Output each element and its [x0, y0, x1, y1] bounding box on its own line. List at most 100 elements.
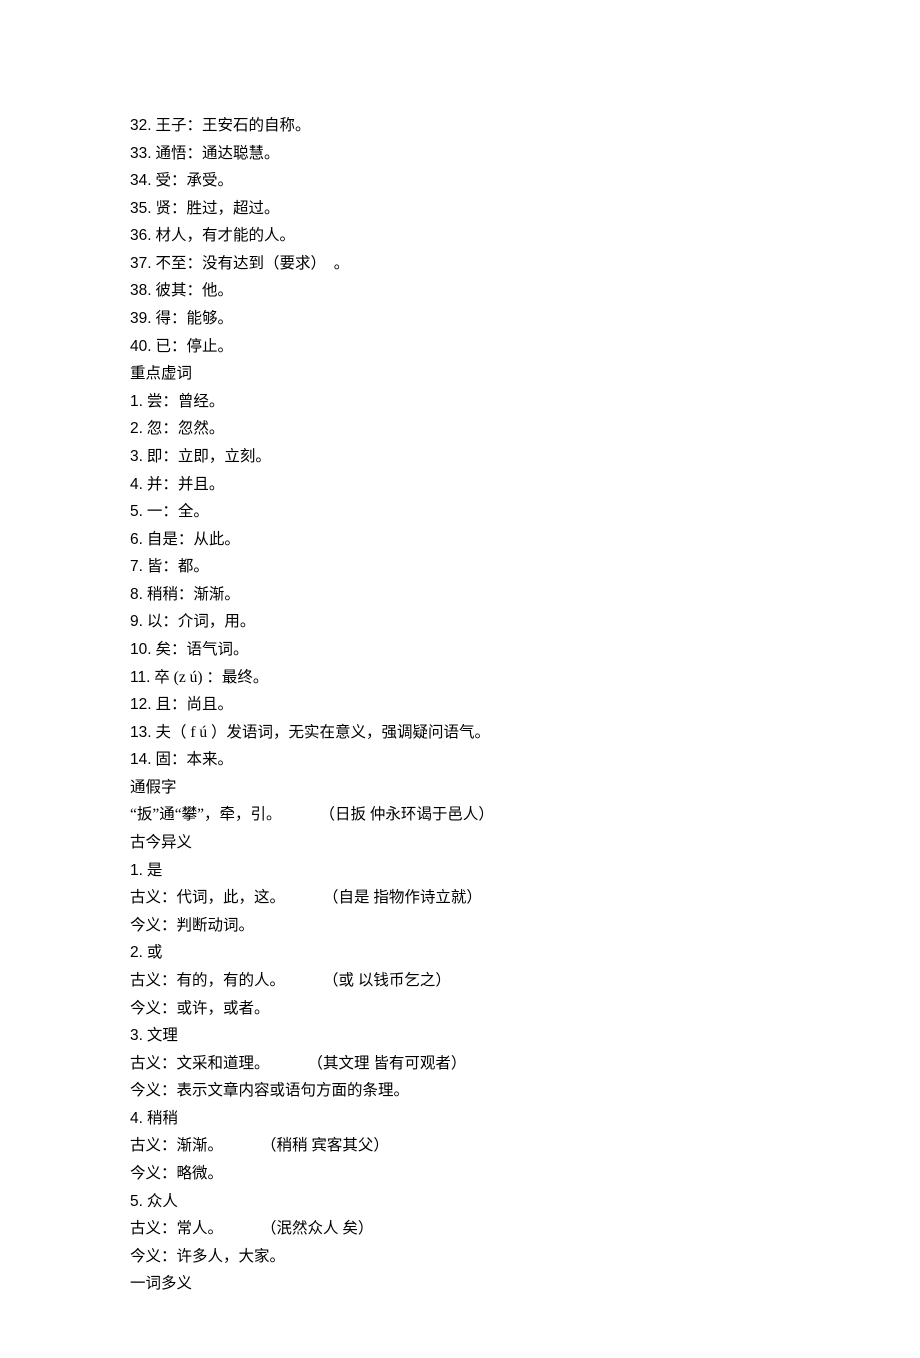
item-text: 卒 (z ú) ：最终。: [154, 669, 268, 686]
list-item: 36. 材人，有才能的人。: [130, 222, 790, 250]
list-item: 37. 不至：没有达到（要求） 。: [130, 250, 790, 278]
item-number: 37.: [130, 255, 152, 272]
list-item: 32. 王子：王安石的自称。: [130, 112, 790, 140]
section-heading: 重点虚词: [130, 360, 790, 388]
item-text: 夫（ f ú ）发语词，无实在意义，强调疑问语气。: [155, 724, 490, 741]
item-number: 4.: [130, 1110, 143, 1127]
list-item: 6. 自是：从此。: [130, 526, 790, 554]
old-meaning: 古义：有的，有的人。: [130, 967, 285, 995]
item-text: 贤：胜过，超过。: [155, 200, 279, 217]
item-number: 5.: [130, 503, 143, 520]
list-item: 2. 忽：忽然。: [130, 415, 790, 443]
item-text: 王子：王安石的自称。: [155, 117, 310, 134]
old-example: （或 以钱币乞之）: [323, 967, 451, 995]
entry-new: 今义：或许，或者。: [130, 995, 790, 1023]
list-item: 13. 夫（ f ú ）发语词，无实在意义，强调疑问语气。: [130, 719, 790, 747]
item-number: 9.: [130, 613, 143, 630]
item-text: 得：能够。: [155, 310, 233, 327]
entry-new: 今义：许多人，大家。: [130, 1243, 790, 1271]
entry-old: 古义：代词，此，这。（自是 指物作诗立就）: [130, 884, 790, 912]
item-number: 11.: [130, 669, 150, 686]
list-item: 38. 彼其：他。: [130, 277, 790, 305]
item-number: 38.: [130, 282, 152, 299]
item-number: 34.: [130, 172, 152, 189]
old-meaning: 古义：渐渐。: [130, 1132, 223, 1160]
item-number: 2.: [130, 944, 143, 961]
document-page: 32. 王子：王安石的自称。 33. 通悟：通达聪慧。 34. 受：承受。 35…: [0, 0, 920, 1358]
old-example: （自是 指物作诗立就）: [323, 884, 482, 912]
item-text: 稍稍：渐渐。: [147, 586, 240, 603]
section-heading: 古今异义: [130, 829, 790, 857]
item-number: 3.: [130, 448, 143, 465]
list-item: 12. 且：尚且。: [130, 691, 790, 719]
list-item: 8. 稍稍：渐渐。: [130, 581, 790, 609]
item-number: 3.: [130, 1027, 143, 1044]
item-number: 5.: [130, 1193, 143, 1210]
item-number: 1.: [130, 862, 143, 879]
item-number: 6.: [130, 531, 143, 548]
old-meaning: 古义：文采和道理。: [130, 1050, 270, 1078]
old-example: （稍稍 宾客其父）: [261, 1132, 389, 1160]
entry-word: 稍稍: [147, 1110, 178, 1127]
list-item: 5. 一：全。: [130, 498, 790, 526]
item-number: 32.: [130, 117, 152, 134]
entry-old: 古义：渐渐。 （稍稍 宾客其父）: [130, 1132, 790, 1160]
item-number: 10.: [130, 641, 152, 658]
item-text: 皆：都。: [147, 558, 209, 575]
old-example: （其文理 皆有可观者）: [308, 1050, 467, 1078]
list-item: 10. 矣：语气词。: [130, 636, 790, 664]
item-number: 7.: [130, 558, 143, 575]
entry-new: 今义：表示文章内容或语句方面的条理。: [130, 1077, 790, 1105]
tongjia-example: （日扳 仲永环谒于邑人）: [320, 801, 494, 829]
item-text: 彼其：他。: [155, 282, 233, 299]
tongjia-def: “扳”通“攀”，牵，引。: [130, 801, 282, 829]
item-text: 忽：忽然。: [147, 420, 225, 437]
list-item: 39. 得：能够。: [130, 305, 790, 333]
item-text: 以：介词，用。: [147, 613, 256, 630]
item-text: 已：停止。: [155, 338, 233, 355]
item-text: 通悟：通达聪慧。: [155, 145, 279, 162]
item-number: 14.: [130, 751, 152, 768]
list-item: 1. 尝：曾经。: [130, 388, 790, 416]
entry-old: 古义：有的，有的人。 （或 以钱币乞之）: [130, 967, 790, 995]
item-text: 固：本来。: [155, 751, 233, 768]
item-text: 一：全。: [147, 503, 209, 520]
entry-word: 或: [147, 944, 163, 961]
item-number: 13.: [130, 724, 152, 741]
item-text: 自是：从此。: [147, 531, 240, 548]
old-example: （泯然众人 矣）: [261, 1215, 373, 1243]
entry-head: 2. 或: [130, 939, 790, 967]
entry-word: 是: [147, 862, 163, 879]
entry-new: 今义：判断动词。: [130, 912, 790, 940]
item-number: 1.: [130, 393, 143, 410]
item-text: 矣：语气词。: [155, 641, 248, 658]
entry-head: 3. 文理: [130, 1022, 790, 1050]
entry-new: 今义：略微。: [130, 1160, 790, 1188]
entry-head: 4. 稍稍: [130, 1105, 790, 1133]
item-text: 受：承受。: [155, 172, 233, 189]
entry-old: 古义：文采和道理。 （其文理 皆有可观者）: [130, 1050, 790, 1078]
old-meaning: 古义：常人。: [130, 1215, 223, 1243]
list-item: 3. 即：立即，立刻。: [130, 443, 790, 471]
item-text: 尝：曾经。: [147, 393, 225, 410]
entry-head: 5. 众人: [130, 1188, 790, 1216]
list-item: 35. 贤：胜过，超过。: [130, 195, 790, 223]
list-item: 7. 皆：都。: [130, 553, 790, 581]
list-item: 33. 通悟：通达聪慧。: [130, 140, 790, 168]
item-number: 35.: [130, 200, 152, 217]
item-number: 12.: [130, 696, 152, 713]
item-number: 40.: [130, 338, 152, 355]
item-number: 8.: [130, 586, 143, 603]
item-number: 33.: [130, 145, 152, 162]
list-item: 34. 受：承受。: [130, 167, 790, 195]
tongjia-line: “扳”通“攀”，牵，引。 （日扳 仲永环谒于邑人）: [130, 801, 790, 829]
item-text: 且：尚且。: [155, 696, 233, 713]
section-heading: 通假字: [130, 774, 790, 802]
item-number: 36.: [130, 227, 152, 244]
list-item: 40. 已：停止。: [130, 333, 790, 361]
entry-word: 众人: [147, 1193, 178, 1210]
section-heading: 一词多义: [130, 1270, 790, 1298]
item-text: 不至：没有达到（要求） 。: [155, 255, 349, 272]
item-number: 4.: [130, 476, 143, 493]
entry-head: 1. 是: [130, 857, 790, 885]
